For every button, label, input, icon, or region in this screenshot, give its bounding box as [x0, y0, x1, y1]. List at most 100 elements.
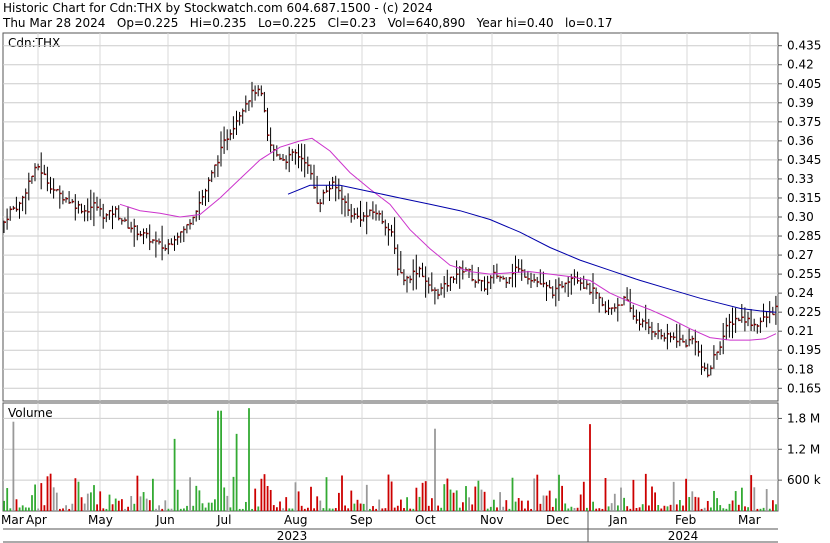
- volume-bar: [387, 474, 390, 511]
- volume-bar: [412, 508, 415, 511]
- volume-bar: [443, 484, 446, 511]
- volume-bar: [241, 508, 244, 511]
- volume-bar: [731, 500, 734, 511]
- volume-bar: [545, 495, 548, 511]
- volume-bar: [142, 492, 145, 511]
- volume-bar: [700, 508, 703, 511]
- volume-bar: [71, 503, 74, 511]
- month-label: Feb: [675, 513, 696, 527]
- volume-bar: [762, 507, 765, 511]
- volume-tick-label: 1.8 M: [787, 411, 820, 425]
- volume-bar: [263, 474, 266, 511]
- volume-bar: [375, 508, 377, 511]
- volume-bar: [297, 491, 300, 511]
- volume-tick-label: 600 k: [787, 473, 821, 487]
- volume-bar: [613, 493, 616, 511]
- volume-bar: [155, 508, 157, 511]
- volume-bar: [31, 495, 33, 511]
- volume-bar: [251, 508, 253, 511]
- volume-bar: [666, 506, 669, 511]
- volume-bar: [657, 505, 660, 511]
- volume-bar: [350, 490, 353, 511]
- volume-bar: [21, 505, 24, 511]
- volume-bar: [164, 500, 167, 511]
- price-tick-label: 0.42: [787, 58, 814, 72]
- volume-bar: [595, 508, 598, 511]
- volume-bar: [458, 507, 461, 511]
- volume-bar: [9, 508, 12, 511]
- volume-bar: [316, 496, 319, 511]
- volume-bar: [452, 492, 455, 511]
- volume-bar: [449, 489, 452, 511]
- volume-bar: [359, 503, 362, 511]
- volume-bar: [114, 498, 117, 511]
- volume-bar: [167, 508, 170, 511]
- price-tick-label: 0.165: [787, 381, 821, 395]
- volume-bar: [437, 505, 439, 511]
- volume-bar: [446, 478, 449, 511]
- volume-bar: [235, 433, 238, 511]
- volume-bar: [750, 475, 753, 511]
- volume-bar: [90, 492, 92, 511]
- price-tick-label: 0.21: [787, 324, 814, 338]
- volume-bar: [564, 503, 567, 511]
- volume-bar: [40, 483, 43, 511]
- volume-bar: [372, 506, 374, 511]
- volume-bar: [542, 495, 545, 511]
- month-label: May: [88, 513, 113, 527]
- volume-bar: [576, 507, 579, 511]
- volume-bar: [148, 500, 151, 511]
- month-label: Mar: [738, 513, 761, 527]
- volume-bar: [282, 508, 284, 511]
- volume-bar: [505, 500, 508, 511]
- volume-bar: [427, 505, 430, 511]
- volume-bar: [291, 508, 294, 511]
- volume-bar: [195, 485, 198, 511]
- year-label-2023: 2023: [277, 529, 308, 543]
- volume-bar: [400, 499, 402, 511]
- volume-bar: [682, 505, 684, 511]
- volume-panel-title: Volume: [8, 406, 53, 420]
- volume-bar: [675, 504, 678, 511]
- volume-bar: [527, 500, 529, 511]
- volume-bar: [179, 508, 182, 511]
- volume-bar: [338, 492, 340, 511]
- volume-bar: [651, 486, 653, 511]
- volume-bar: [468, 497, 470, 511]
- volume-bar: [378, 499, 381, 511]
- volume-bar: [480, 489, 483, 511]
- volume-bar: [471, 504, 474, 511]
- volume-bar: [415, 487, 418, 511]
- volume-bar: [325, 477, 328, 511]
- volume-bar: [192, 505, 195, 511]
- volume-bar: [133, 503, 136, 511]
- volume-bar: [307, 507, 309, 511]
- volume-bar: [176, 489, 179, 511]
- volume-bar: [37, 508, 40, 511]
- volume-bar: [173, 438, 176, 511]
- volume-bar: [697, 497, 700, 511]
- volume-bar: [207, 502, 210, 511]
- price-tick-label: 0.285: [787, 229, 821, 243]
- volume-bar: [328, 508, 331, 511]
- volume-bar: [204, 507, 207, 511]
- volume-bar: [62, 508, 64, 511]
- volume-bar: [313, 508, 315, 511]
- volume-bar: [189, 477, 191, 511]
- volume-bar: [65, 505, 67, 511]
- volume-bar: [279, 501, 281, 511]
- volume-bar: [319, 500, 322, 511]
- volume-bar: [418, 496, 421, 511]
- volume-bar: [6, 488, 9, 511]
- volume-bar: [477, 480, 480, 511]
- volume-bar: [465, 486, 467, 511]
- volume-bar: [303, 508, 306, 511]
- volume-bar: [365, 484, 368, 511]
- volume-bar: [462, 502, 464, 511]
- volume-bar: [34, 484, 36, 511]
- volume-bar: [93, 485, 95, 511]
- price-tick-label: 0.33: [787, 172, 814, 186]
- price-tick-label: 0.24: [787, 286, 814, 300]
- volume-bar: [710, 507, 712, 511]
- volume-bar: [579, 494, 582, 511]
